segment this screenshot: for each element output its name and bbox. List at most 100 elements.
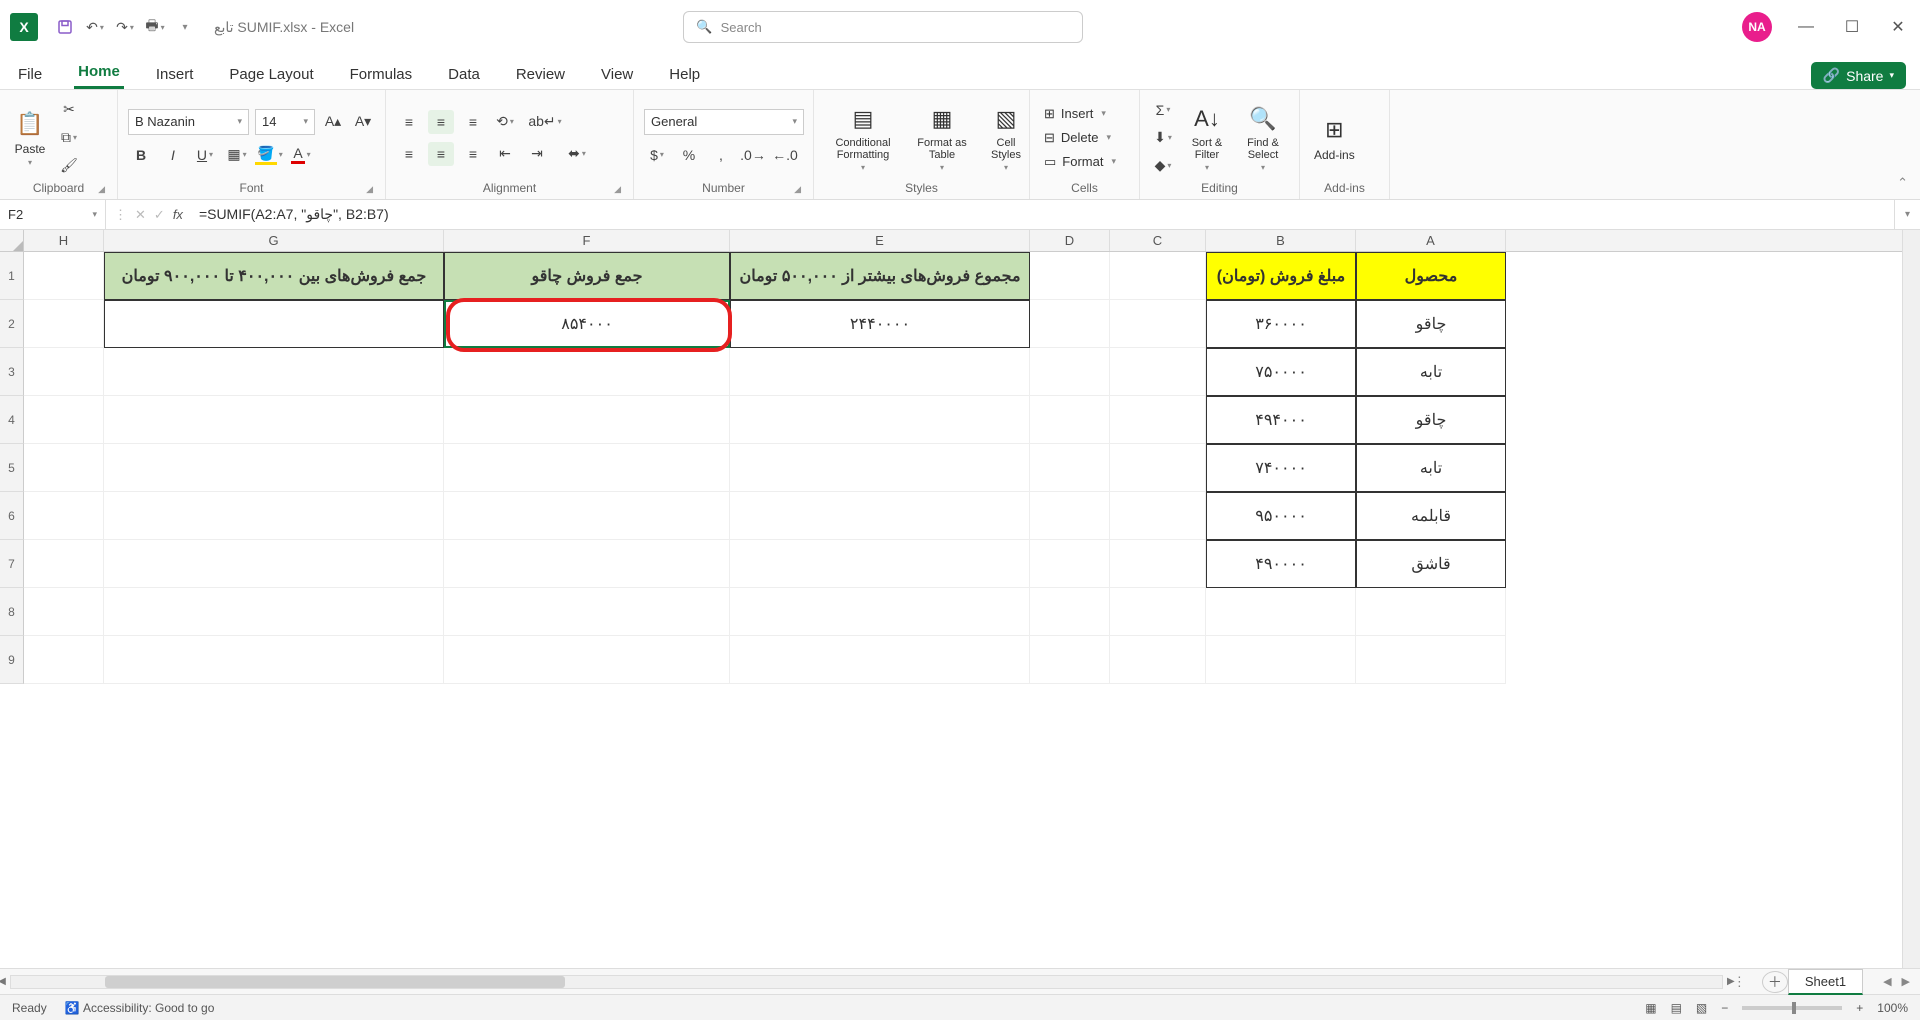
cell-F[interactable] [444, 540, 730, 588]
format-cells-button[interactable]: ▭Format▾ [1040, 152, 1120, 172]
fx-icon[interactable]: fx [173, 207, 183, 222]
sort-filter-button[interactable]: A↓Sort & Filter▾ [1182, 101, 1232, 174]
cell-D[interactable] [1030, 348, 1110, 396]
tab-insert[interactable]: Insert [152, 60, 198, 89]
cell-E[interactable] [730, 588, 1030, 636]
zoom-level[interactable]: 100% [1877, 1001, 1908, 1015]
header-E[interactable]: مجموع فروش‌های بیشتر از ۵۰۰,۰۰۰ تومان [730, 252, 1030, 300]
dialog-launcher-icon[interactable]: ◢ [366, 184, 373, 195]
hscroll-thumb[interactable] [105, 976, 565, 988]
cell-E[interactable] [730, 396, 1030, 444]
cell-E[interactable] [730, 540, 1030, 588]
copy-icon[interactable]: ⧉ [56, 126, 82, 150]
align-bottom-icon[interactable]: ≡ [460, 110, 486, 134]
italic-button[interactable]: I [160, 143, 186, 167]
align-middle-icon[interactable]: ≡ [428, 110, 454, 134]
cell-A[interactable] [1356, 588, 1506, 636]
expand-formula-bar-icon[interactable]: ▾ [1894, 200, 1920, 229]
cell-G[interactable] [104, 492, 444, 540]
autosum-icon[interactable]: Σ [1150, 98, 1176, 122]
cell-F[interactable] [444, 588, 730, 636]
sheet-tab-sheet1[interactable]: Sheet1 [1788, 969, 1863, 995]
col-header-E[interactable]: E [730, 230, 1030, 251]
cell-C[interactable] [1110, 492, 1206, 540]
cell-C[interactable] [1110, 444, 1206, 492]
redo-icon[interactable]: ↷ [116, 18, 134, 36]
cell-H[interactable] [24, 540, 104, 588]
cell-C[interactable] [1110, 588, 1206, 636]
clear-icon[interactable]: ◆ [1150, 154, 1176, 178]
tab-page-layout[interactable]: Page Layout [225, 60, 317, 89]
font-color-button[interactable]: A [288, 143, 314, 167]
row-header-8[interactable]: 8 [0, 588, 24, 636]
header-F[interactable]: جمع فروش چاقو [444, 252, 730, 300]
font-size-combo[interactable]: 14▾ [255, 109, 315, 135]
dialog-launcher-icon[interactable]: ◢ [614, 184, 621, 195]
cell-G[interactable] [104, 348, 444, 396]
col-header-H[interactable]: H [24, 230, 104, 251]
cell-styles-button[interactable]: ▧Cell Styles▾ [982, 101, 1030, 174]
view-normal-icon[interactable]: ▦ [1645, 1001, 1656, 1015]
cell-B5[interactable]: ۷۴۰۰۰۰ [1206, 444, 1356, 492]
cell-D[interactable] [1030, 252, 1110, 300]
row-header-6[interactable]: 6 [0, 492, 24, 540]
cell-D[interactable] [1030, 300, 1110, 348]
decrease-decimal-icon[interactable]: ←.0 [772, 143, 798, 167]
cell-E[interactable] [730, 444, 1030, 492]
qat-more-icon[interactable]: ▾ [176, 18, 194, 36]
cell-C[interactable] [1110, 636, 1206, 684]
increase-decimal-icon[interactable]: .0→ [740, 143, 766, 167]
sheet-nav-next-icon[interactable]: ▶ [1902, 975, 1910, 988]
col-header-A[interactable]: A [1356, 230, 1506, 251]
cell-H[interactable] [24, 252, 104, 300]
font-name-combo[interactable]: B Nazanin▾ [128, 109, 249, 135]
cell-B4[interactable]: ۴۹۴۰۰۰ [1206, 396, 1356, 444]
cell-E[interactable] [730, 492, 1030, 540]
insert-cells-button[interactable]: ⊞Insert▾ [1040, 104, 1120, 124]
cell-H[interactable] [24, 396, 104, 444]
col-header-B[interactable]: B [1206, 230, 1356, 251]
cell-D[interactable] [1030, 396, 1110, 444]
cell-B[interactable] [1206, 588, 1356, 636]
save-icon[interactable] [56, 18, 74, 36]
accounting-format-icon[interactable]: $ [644, 143, 670, 167]
bold-button[interactable]: B [128, 143, 154, 167]
cancel-formula-icon[interactable]: ✕ [135, 207, 146, 223]
cell-B3[interactable]: ۷۵۰۰۰۰ [1206, 348, 1356, 396]
paste-button[interactable]: 📋 Paste ▾ [10, 106, 50, 169]
cell-G[interactable] [104, 636, 444, 684]
orientation-icon[interactable]: ⟲ [492, 110, 518, 134]
accessibility-status[interactable]: ♿ Accessibility: Good to go [65, 1001, 215, 1015]
header-A[interactable]: محصول [1356, 252, 1506, 300]
collapse-ribbon-icon[interactable]: ⌃ [1897, 175, 1908, 191]
tab-help[interactable]: Help [665, 60, 704, 89]
cell-C[interactable] [1110, 348, 1206, 396]
underline-button[interactable]: U [192, 143, 218, 167]
cell-A6[interactable]: قابلمه [1356, 492, 1506, 540]
view-layout-icon[interactable]: ▤ [1671, 1001, 1682, 1015]
cell-A3[interactable]: تابه [1356, 348, 1506, 396]
merge-center-icon[interactable]: ⬌ [564, 142, 590, 166]
cell-H[interactable] [24, 636, 104, 684]
cell-H[interactable] [24, 588, 104, 636]
header-G[interactable]: جمع فروش‌های بین ۴۰۰,۰۰۰ تا ۹۰۰,۰۰۰ توما… [104, 252, 444, 300]
cell-F[interactable] [444, 396, 730, 444]
row-header-1[interactable]: 1 [0, 252, 24, 300]
cell-A2[interactable]: چاقو [1356, 300, 1506, 348]
cell-G[interactable] [104, 444, 444, 492]
increase-indent-icon[interactable]: ⇥ [524, 142, 550, 166]
col-header-G[interactable]: G [104, 230, 444, 251]
align-right-icon[interactable]: ≡ [460, 142, 486, 166]
zoom-in-icon[interactable]: + [1856, 1001, 1863, 1015]
cell-H[interactable] [24, 444, 104, 492]
undo-icon[interactable]: ↶ [86, 18, 104, 36]
horizontal-scrollbar[interactable]: ◀ ▶ [10, 975, 1723, 989]
cell-H[interactable] [24, 348, 104, 396]
cell-B[interactable] [1206, 636, 1356, 684]
cell-C[interactable] [1110, 300, 1206, 348]
cell-G[interactable] [104, 396, 444, 444]
format-painter-icon[interactable]: 🖌 [56, 154, 82, 178]
decrease-indent-icon[interactable]: ⇤ [492, 142, 518, 166]
row-header-4[interactable]: 4 [0, 396, 24, 444]
cell-C[interactable] [1110, 396, 1206, 444]
